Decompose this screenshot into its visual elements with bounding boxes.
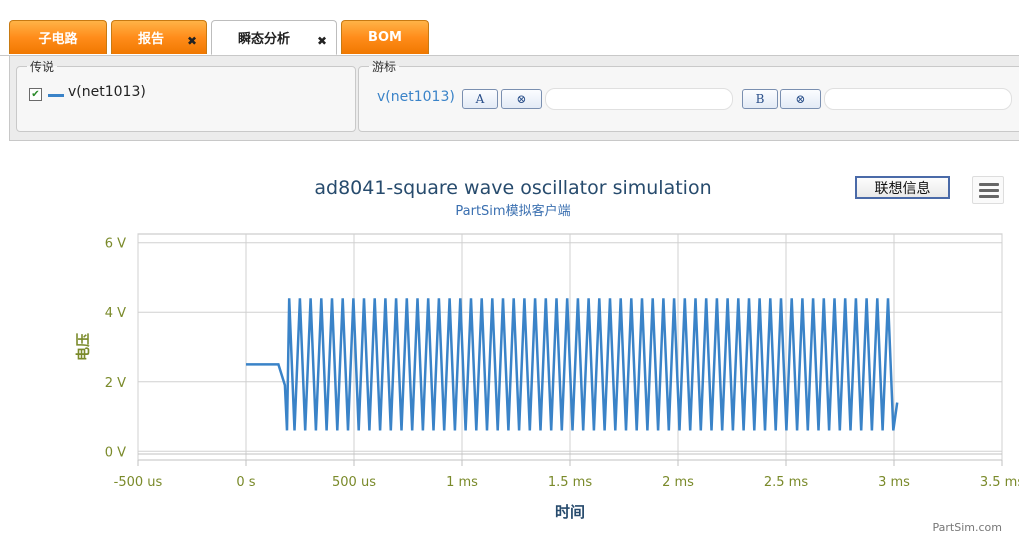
x-tick-label: 1 ms [446, 475, 478, 490]
x-tick-label: 0 s [236, 475, 255, 490]
x-tick-label: 3 ms [878, 475, 910, 490]
x-axis-ticks: -500 us 0 s 500 us 1 ms 1.5 ms 2 ms 2.5 ms 3 ms… [114, 460, 1019, 490]
x-tick-label: 2.5 ms [764, 475, 808, 490]
y-axis-label: 电压 [75, 333, 92, 361]
y-tick-label: 0 V [105, 445, 126, 460]
x-axis-label: 时间 [555, 503, 585, 521]
x-tick-label: 3.5 ms [980, 475, 1019, 490]
y-axis-ticks: 0 V 2 V 4 V 6 V [105, 237, 126, 461]
x-tick-label: -500 us [114, 475, 163, 490]
x-tick-label: 1.5 ms [548, 475, 592, 490]
info-button[interactable]: 联想信息 [855, 176, 950, 199]
y-tick-label: 4 V [105, 306, 126, 321]
y-tick-label: 2 V [105, 376, 126, 391]
chart-title: ad8041-square wave oscillator simulation [314, 177, 711, 199]
series-line-v-net1013 [246, 298, 899, 431]
transient-chart: -500 us 0 s 500 us 1 ms 1.5 ms 2 ms 2.5 ms 3 ms… [75, 177, 1019, 534]
chart-subtitle: PartSim模拟客户端 [455, 203, 570, 219]
y-tick-label: 6 V [105, 237, 126, 252]
hamburger-menu-icon[interactable] [972, 176, 1004, 204]
x-tick-label: 500 us [332, 475, 376, 490]
x-tick-label: 2 ms [662, 475, 694, 490]
credit-label: PartSim.com [933, 521, 1002, 534]
